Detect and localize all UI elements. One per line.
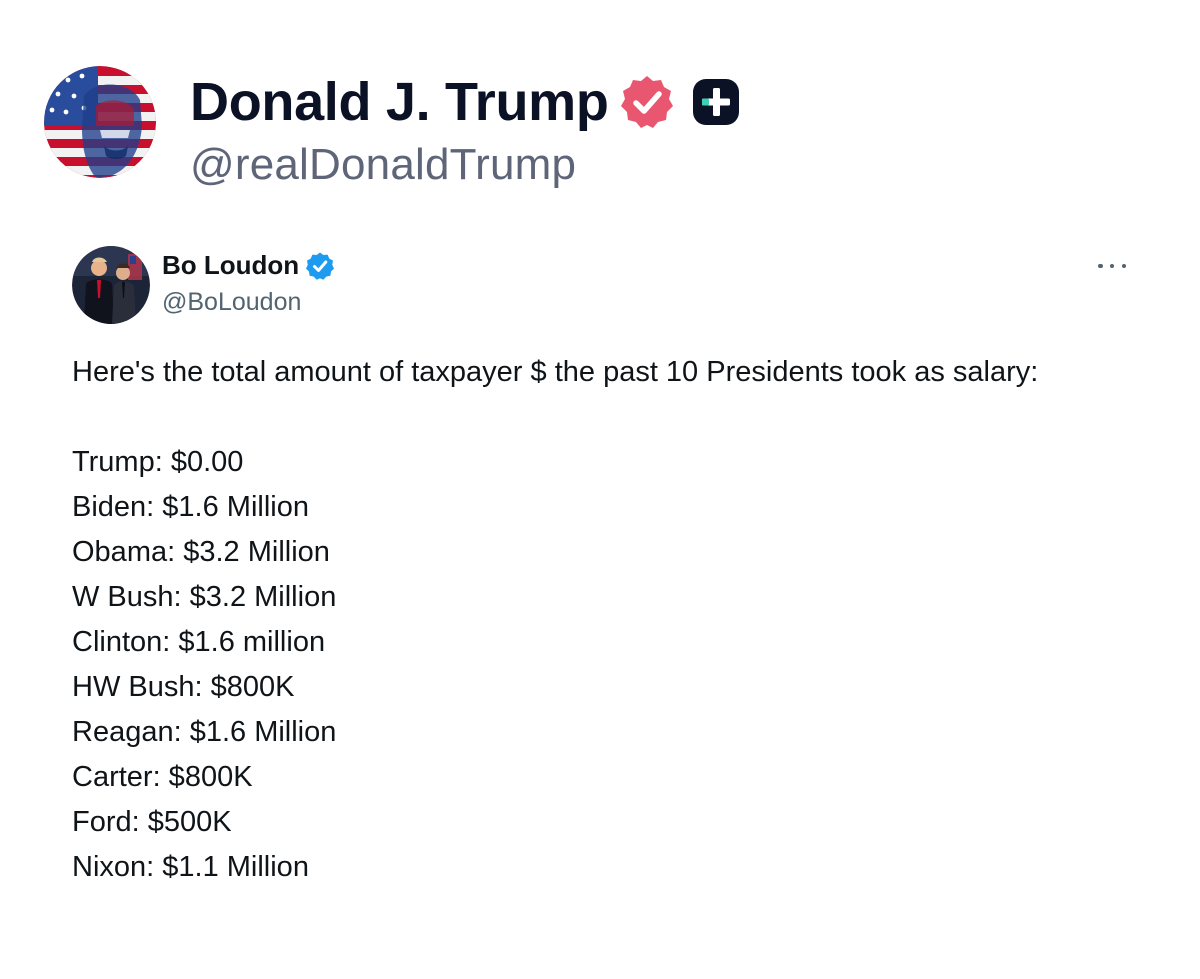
list-item: Ford: $500K bbox=[72, 806, 232, 838]
list-item: Obama: $3.2 Million bbox=[72, 536, 330, 568]
verified-badge-icon bbox=[620, 76, 673, 128]
list-item: Nixon: $1.1 Million bbox=[72, 851, 309, 883]
list-item: HW Bush: $800K bbox=[72, 671, 295, 703]
post-text: Here's the total amount of taxpayer $ th… bbox=[72, 350, 1132, 890]
verified-badge-icon bbox=[306, 252, 335, 280]
salary-list: Trump: $0.00 Biden: $1.6 Million Obama: … bbox=[72, 440, 1132, 890]
profile-avatar[interactable] bbox=[44, 66, 156, 178]
list-item: Clinton: $1.6 million bbox=[72, 626, 326, 658]
profile-display-name[interactable]: Donald J. Trump bbox=[190, 71, 609, 133]
more-options-icon[interactable] bbox=[1098, 252, 1126, 280]
post-author-name-row: Bo Loudon bbox=[162, 250, 335, 281]
list-item: Reagan: $1.6 Million bbox=[72, 716, 337, 748]
avatar-photo-image bbox=[72, 246, 150, 324]
post-author-handle[interactable]: @BoLoudon bbox=[162, 288, 301, 317]
post-author-name[interactable]: Bo Loudon bbox=[162, 250, 299, 281]
post-intro-text: Here's the total amount of taxpayer $ th… bbox=[72, 356, 1039, 388]
list-item: Biden: $1.6 Million bbox=[72, 491, 309, 523]
post-author-avatar[interactable] bbox=[72, 246, 150, 324]
plus-badge-icon bbox=[692, 79, 739, 125]
list-item: Trump: $0.00 bbox=[72, 446, 244, 478]
list-item: W Bush: $3.2 Million bbox=[72, 581, 337, 613]
list-item: Carter: $800K bbox=[72, 761, 253, 793]
profile-handle[interactable]: @realDonaldTrump bbox=[190, 140, 576, 190]
profile-name-row: Donald J. Trump bbox=[190, 70, 741, 134]
profile-header: Donald J. Trump @realDonaldTrump bbox=[44, 66, 1144, 189]
avatar-flag-portrait-image bbox=[44, 66, 156, 178]
